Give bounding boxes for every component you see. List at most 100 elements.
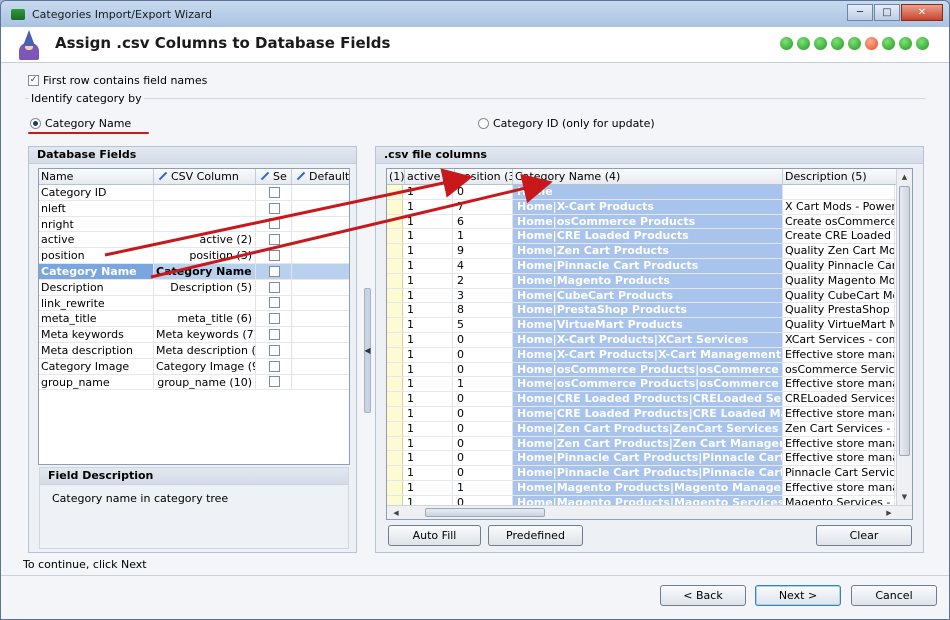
table-row[interactable]: 1 1 Home|CRE Loaded Products Create CRE Loa…	[387, 229, 912, 245]
table-row[interactable]: 1 0 Home|Zen Cart Products|ZenCart Service…	[387, 421, 912, 437]
csv-col-1-header[interactable]: (1)	[387, 169, 405, 184]
db-field-default[interactable]	[292, 311, 349, 326]
table-row[interactable]: 1 0 Home|Pinnacle Cart Products|Pinnacle C…	[387, 466, 912, 481]
db-field-se-checkbox[interactable]	[269, 360, 280, 372]
db-field-se-checkbox[interactable]	[269, 344, 280, 356]
table-row[interactable]: nleft	[39, 200, 349, 217]
database-fields-grid[interactable]: Name CSV Column Se Default Category ID nl…	[38, 168, 350, 465]
collapse-left-icon[interactable]: ◀	[364, 346, 370, 355]
db-field-default[interactable]	[292, 327, 349, 342]
db-field-se-checkbox[interactable]	[269, 186, 280, 198]
clear-button[interactable]: Clear	[816, 525, 912, 546]
db-field-default[interactable]	[292, 359, 349, 374]
db-field-se-checkbox[interactable]	[269, 313, 280, 325]
table-row[interactable]: position position (3)	[39, 248, 349, 264]
csv-columns-grid[interactable]: (1) active (2) position (3) Category Nam…	[386, 168, 913, 520]
table-row[interactable]: Meta keywords Meta keywords (7)	[39, 327, 349, 343]
db-field-csv-column[interactable]	[154, 295, 256, 311]
radio-category-id-button[interactable]	[478, 118, 489, 129]
db-field-se[interactable]	[256, 216, 292, 232]
minimize-button[interactable]: ─	[847, 4, 873, 21]
table-row[interactable]: meta_title meta_title (6)	[39, 311, 349, 328]
db-field-se-checkbox[interactable]	[269, 376, 280, 388]
table-row[interactable]: 1 9 Home|Zen Cart Products Quality Zen Cart…	[387, 244, 912, 259]
table-row[interactable]: 1 0 Home|X-Cart Products|X-Cart Management…	[387, 347, 912, 363]
radio-category-name-button[interactable]	[30, 118, 41, 129]
db-field-se-checkbox[interactable]	[269, 218, 280, 230]
db-field-csv-column[interactable]	[154, 200, 256, 216]
db-field-se[interactable]	[256, 311, 292, 327]
db-field-se-checkbox[interactable]	[269, 234, 280, 246]
db-field-se[interactable]	[256, 295, 292, 311]
db-field-csv-column[interactable]: Description (5)	[154, 279, 256, 295]
db-field-csv-column[interactable]: meta_title (6)	[154, 311, 256, 327]
table-row[interactable]: active active (2)	[39, 232, 349, 249]
table-row[interactable]: Category ID	[39, 185, 349, 201]
table-row[interactable]: 1 0 Home	[387, 185, 912, 200]
first-row-option[interactable]: ✓ First row contains field names	[28, 74, 207, 87]
scroll-right-icon[interactable]: ▶	[882, 506, 896, 519]
db-field-default[interactable]	[292, 201, 349, 216]
table-row[interactable]: Description Description (5)	[39, 279, 349, 296]
maximize-button[interactable]: □	[874, 4, 900, 21]
table-row[interactable]: Category Image Category Image (9)	[39, 358, 349, 375]
db-field-default[interactable]	[292, 185, 349, 200]
table-row[interactable]: 1 2 Home|Magento Products Quality Magento M…	[387, 273, 912, 289]
db-field-se[interactable]	[256, 263, 292, 279]
db-field-default[interactable]	[292, 375, 349, 390]
radio-category-name[interactable]: Category Name	[30, 117, 131, 130]
auto-fill-button[interactable]: Auto Fill	[388, 525, 481, 546]
csv-col-3-header[interactable]: position (3)	[455, 169, 513, 184]
csv-vertical-scrollbar[interactable]: ▲ ▼	[896, 169, 912, 519]
table-row[interactable]: 1 0 Home|Pinnacle Cart Products|Pinnacle C…	[387, 451, 912, 467]
col-se-header[interactable]: Se	[256, 169, 292, 184]
table-row[interactable]: 1 7 Home|X-Cart Products X Cart Mods - Powe…	[387, 199, 912, 215]
radio-category-id[interactable]: Category ID (only for update)	[478, 117, 655, 130]
db-field-se-checkbox[interactable]	[269, 202, 280, 214]
table-row[interactable]: 1 0 Home|X-Cart Products|XCart Services XCa…	[387, 332, 912, 348]
back-button[interactable]: < Back	[660, 585, 746, 606]
table-row[interactable]: 1 3 Home|CubeCart Products Quality CubeCart…	[387, 288, 912, 304]
csv-vscroll-thumb[interactable]	[899, 186, 910, 456]
db-field-se-checkbox[interactable]	[269, 329, 280, 341]
cancel-button[interactable]: Cancel	[851, 585, 937, 606]
db-field-se-checkbox[interactable]	[269, 265, 280, 277]
table-row[interactable]: 1 0 Home|CRE Loaded Products|CRE Loaded Ma…	[387, 406, 912, 422]
table-row[interactable]: group_name group_name (10)	[39, 374, 349, 391]
db-field-se[interactable]	[256, 232, 292, 248]
db-field-se[interactable]	[256, 279, 292, 295]
db-field-se-checkbox[interactable]	[269, 297, 280, 309]
predefined-button[interactable]: Predefined	[488, 525, 583, 546]
db-field-se[interactable]	[256, 185, 292, 200]
col-name-header[interactable]: Name	[39, 169, 154, 184]
db-field-csv-column[interactable]	[154, 216, 256, 232]
db-field-default[interactable]	[292, 343, 349, 358]
table-row[interactable]: Meta description Meta description (8)	[39, 342, 349, 359]
db-field-se[interactable]	[256, 200, 292, 216]
db-field-csv-column[interactable]: Category Name (4	[154, 263, 256, 279]
table-row[interactable]: link_rewrite	[39, 295, 349, 312]
table-row[interactable]: 1 0 Home|Magento Products|Magento Services…	[387, 495, 912, 505]
db-field-se-checkbox[interactable]	[269, 250, 280, 262]
csv-col-2-header[interactable]: active (2)	[405, 169, 455, 184]
table-row[interactable]: Category NameCategory Name (4	[39, 263, 349, 280]
db-field-csv-column[interactable]: Meta keywords (7)	[154, 327, 256, 342]
first-row-checkbox[interactable]: ✓	[28, 75, 39, 86]
table-row[interactable]: 1 6 Home|osCommerce Products Create osComme…	[387, 214, 912, 230]
db-field-se[interactable]	[256, 342, 292, 358]
col-default-header[interactable]: Default	[292, 169, 349, 184]
scroll-up-icon[interactable]: ▲	[897, 169, 912, 185]
csv-col-4-header[interactable]: Category Name (4)	[513, 169, 783, 184]
scroll-down-icon[interactable]: ▼	[897, 489, 912, 505]
db-field-default[interactable]	[292, 232, 349, 247]
table-row[interactable]: 1 0 Home|CRE Loaded Products|CRELoaded Ser…	[387, 392, 912, 407]
panel-splitter[interactable]: ◀	[364, 288, 371, 413]
table-row[interactable]: 1 8 Home|PrestaShop Products Quality Presta…	[387, 303, 912, 319]
csv-col-5-header[interactable]: Description (5)	[783, 169, 895, 184]
scroll-left-icon[interactable]: ◀	[389, 506, 403, 519]
close-button[interactable]: ✕	[901, 4, 943, 21]
next-button[interactable]: Next >	[755, 585, 841, 606]
db-field-se[interactable]	[256, 248, 292, 263]
db-field-default[interactable]	[292, 248, 349, 263]
table-row[interactable]: 1 0 Home|Zen Cart Products|Zen Cart Manage…	[387, 436, 912, 452]
